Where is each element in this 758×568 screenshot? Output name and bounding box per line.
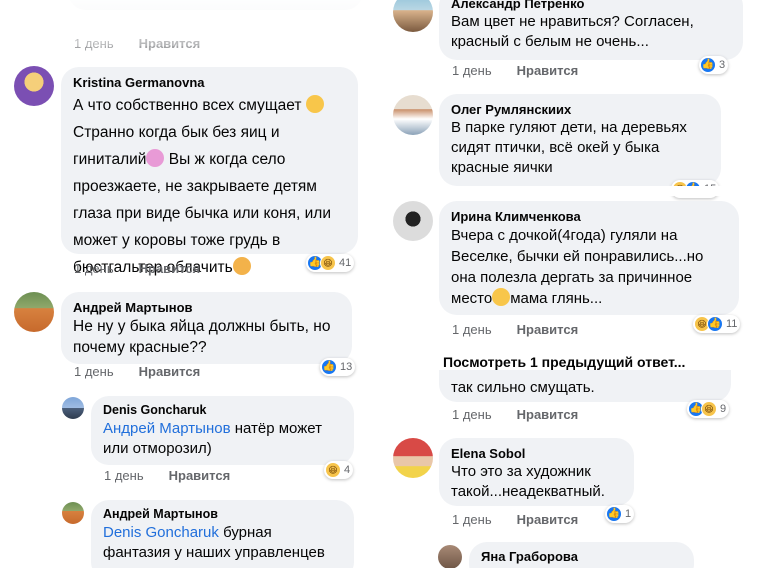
reaction-count: 1: [625, 508, 632, 520]
thumbs-up-icon: 👍: [606, 506, 622, 522]
thumbs-up-icon: 👍: [321, 359, 337, 375]
like-button[interactable]: Нравится: [517, 407, 579, 422]
avatar[interactable]: [14, 292, 54, 332]
facepalm-icon: [232, 257, 251, 275]
comment-time[interactable]: 1 день: [452, 512, 492, 527]
like-button[interactable]: Нравится: [517, 322, 579, 337]
comment-bubble: Kristina Germanovna А что собственно все…: [61, 67, 358, 276]
comment-author[interactable]: Elena Sobol: [451, 446, 622, 461]
comment-text: Что это за художник такой...неадекватный…: [451, 463, 605, 500]
comment-text: Вам цвет не нравиться? Согласен, красный…: [451, 13, 694, 50]
comment-actions: 1 день Нравится: [452, 322, 603, 337]
avatar[interactable]: [393, 438, 433, 478]
reply-bubble: Яна Граборова: [469, 542, 694, 568]
like-button[interactable]: Нравится: [139, 364, 201, 379]
comment-bubble: так сильно смущать.: [439, 370, 731, 402]
mention-link[interactable]: Андрей Мартынов: [103, 420, 231, 437]
comment-time[interactable]: 1 день: [452, 322, 492, 337]
comment-text: В парке гуляют дети, на деревьях сидят п…: [451, 119, 687, 176]
avatar[interactable]: [438, 545, 462, 568]
comment-text: Андрей Мартынов натёр может или отморози…: [103, 420, 322, 457]
comment-text: так сильно смущать.: [451, 379, 595, 396]
section-separator: [383, 186, 758, 196]
comment-bubble: Олег Румлянскиих В парке гуляют дети, на…: [439, 94, 721, 186]
avatar[interactable]: [62, 502, 84, 524]
comment-time[interactable]: 1 день: [74, 364, 114, 379]
laughing-face-icon: 😆: [325, 462, 341, 478]
like-button[interactable]: Нравится: [169, 468, 231, 483]
comment-author[interactable]: Андрей Мартынов: [103, 507, 342, 521]
comment-actions: 1 день Нравится: [74, 261, 225, 276]
comment-text: Вчера с дочкой(4года) гуляли на Веселке,…: [451, 227, 704, 307]
comment-text: Не ну у быка яйца должны быть, но почему…: [73, 318, 331, 356]
laughing-face-icon: 😆: [701, 401, 717, 417]
comment-actions: 1 день Нравится: [452, 407, 603, 422]
reaction-count: 9: [720, 403, 727, 415]
comment-text: А что собственно всех смущает Странно ко…: [73, 95, 331, 276]
avatar[interactable]: [393, 95, 433, 135]
reaction-count: 41: [339, 257, 352, 269]
comment-bubble: Elena Sobol Что это за художник такой...…: [439, 438, 634, 506]
view-previous-replies-link[interactable]: Посмотреть 1 предыдущий ответ...: [443, 354, 685, 370]
like-button[interactable]: Нравится: [517, 63, 579, 78]
comment-actions: 1 день Нравится: [74, 364, 225, 379]
comment-author[interactable]: Kristina Germanovna: [73, 75, 346, 90]
comment-actions: 1 день Нравится: [104, 468, 255, 483]
reaction-summary[interactable]: 👍 1: [605, 505, 635, 523]
comment-time[interactable]: 1 день: [452, 407, 492, 422]
reaction-count: 3: [719, 59, 726, 71]
comments-panel-right: Александр Петренко Вам цвет не нравиться…: [383, 0, 758, 568]
reaction-count: 11: [726, 318, 738, 330]
comment-author[interactable]: Ирина Климченкова: [451, 209, 727, 224]
flushed-face-icon: [305, 95, 324, 113]
avatar[interactable]: [14, 66, 54, 106]
comment-text: Denis Goncharuk бурная фантазия у наших …: [103, 524, 325, 561]
crazy-face-icon: [492, 288, 511, 306]
comment-author[interactable]: Denis Goncharuk: [103, 403, 342, 417]
like-button[interactable]: Нравится: [139, 261, 201, 276]
avatar[interactable]: [393, 0, 433, 32]
thumbs-up-icon: 👍: [700, 57, 716, 73]
comment-time[interactable]: 1 день: [104, 468, 144, 483]
reply-bubble: Denis Goncharuk Андрей Мартынов натёр мо…: [91, 396, 354, 465]
reaction-count: 13: [340, 361, 353, 373]
reaction-summary[interactable]: 👍 3: [699, 56, 729, 74]
comment-time[interactable]: 1 день: [74, 261, 114, 276]
comment-author[interactable]: Олег Румлянскиих: [451, 102, 709, 117]
comment-bubble: Андрей Мартынов Не ну у быка яйца должны…: [61, 292, 352, 364]
reaction-summary[interactable]: 👍 😆 9: [687, 400, 730, 418]
reaction-summary[interactable]: 👍 13: [320, 358, 356, 376]
person-gesturing-icon: [146, 149, 165, 167]
comment-bubble: Ирина Климченкова Вчера с дочкой(4года) …: [439, 201, 739, 315]
avatar[interactable]: [393, 201, 433, 241]
laughing-face-icon: 😆: [320, 255, 336, 271]
comment-bubble: Александр Петренко Вам цвет не нравиться…: [439, 0, 743, 60]
reaction-summary[interactable]: 👍 😆 41: [306, 254, 355, 272]
reaction-summary[interactable]: 😆 👍 11: [693, 315, 741, 333]
comment-actions: 1 день Нравится: [452, 63, 603, 78]
comment-author[interactable]: Александр Петренко: [451, 0, 731, 11]
top-fade: [0, 0, 378, 46]
reaction-count: 4: [344, 464, 351, 476]
comment-time[interactable]: 1 день: [452, 63, 492, 78]
avatar[interactable]: [62, 397, 84, 419]
like-button[interactable]: Нравится: [517, 512, 579, 527]
mention-link[interactable]: Denis Goncharuk: [103, 524, 219, 541]
comment-actions: 1 день Нравится: [452, 512, 603, 527]
comment-author[interactable]: Андрей Мартынов: [73, 300, 340, 315]
thumbs-up-icon: 👍: [707, 316, 723, 332]
comments-panel-left: 1 день Нравится Kristina Germanovna А что…: [0, 0, 378, 568]
reply-bubble: Андрей Мартынов Denis Goncharuk бурная ф…: [91, 500, 354, 568]
reaction-summary[interactable]: 😆 4: [324, 461, 354, 479]
comment-author[interactable]: Яна Граборова: [481, 549, 682, 564]
